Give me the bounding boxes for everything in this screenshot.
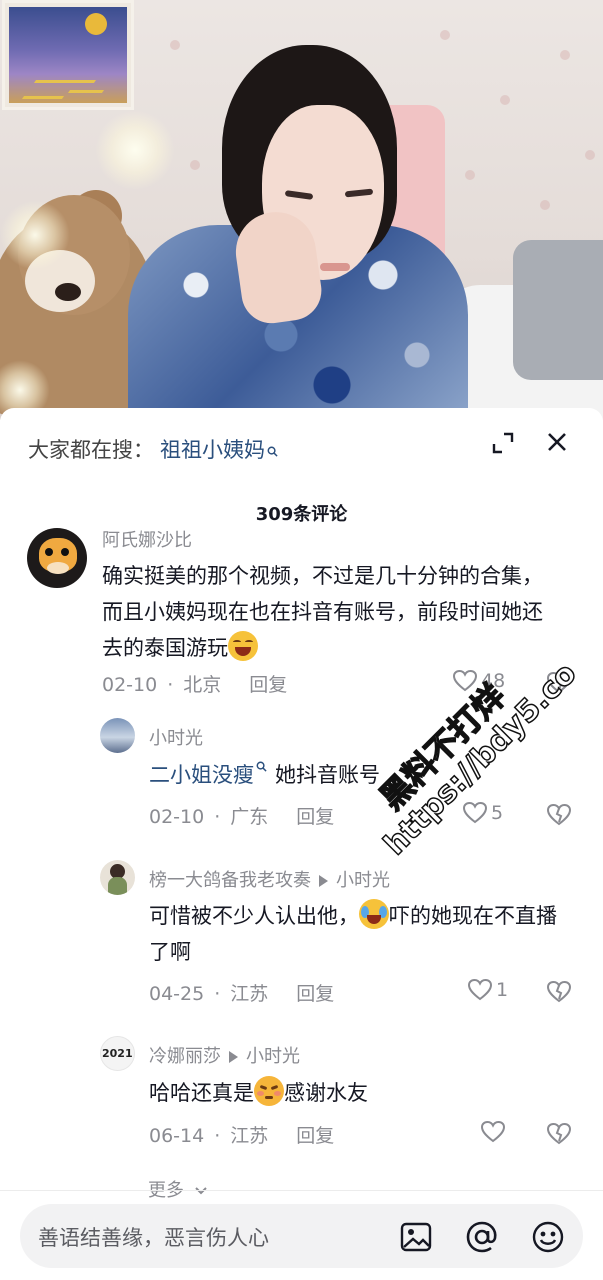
reply-author[interactable]: 榜一大鸽备我老攻奏	[149, 870, 311, 891]
comment-text: 可惜被不少人认出他， 吓的她现在不直播了啊	[149, 898, 569, 970]
embarrassed-emoji-icon	[254, 1076, 284, 1106]
comment-meta: 06-14 · 江苏 回复	[149, 1125, 335, 1147]
comment-meta: 02-10 · 广东 回复	[149, 806, 335, 828]
reply-button[interactable]: 回复	[296, 806, 334, 828]
like-button[interactable]: 1	[467, 978, 508, 1002]
crying-laughing-emoji-icon	[359, 899, 389, 929]
avatar[interactable]: 2021	[100, 1036, 135, 1071]
comment-text-part: 可惜被不少人认出他，	[149, 904, 359, 928]
comment-text: 确实挺美的那个视频，不过是几十分钟的合集，而且小姨妈现在也在抖音有账号，前段时间…	[102, 558, 557, 666]
reply-button[interactable]: 回复	[249, 674, 287, 696]
like-button[interactable]: 5	[462, 801, 503, 825]
comment-text: 哈哈还真是 感谢水友	[149, 1075, 569, 1111]
comment-location: 江苏	[230, 1125, 269, 1147]
dislike-icon[interactable]	[546, 802, 572, 828]
reply-target[interactable]: 小时光	[246, 1046, 300, 1067]
comment-username[interactable]: 阿氏娜沙比	[102, 526, 192, 552]
video-player[interactable]	[0, 0, 603, 420]
avatar[interactable]	[100, 860, 135, 895]
comment-date: 06-14	[149, 1125, 205, 1147]
comment-location: 江苏	[230, 983, 269, 1005]
search-icon	[256, 761, 267, 772]
reply-button[interactable]: 回复	[296, 983, 334, 1005]
like-count: 48	[481, 670, 506, 692]
trending-search-label: 大家都在搜：	[28, 438, 154, 462]
expand-icon[interactable]	[490, 430, 516, 456]
comment-search-link[interactable]: 二小姐没瘦	[149, 763, 254, 787]
comment-text-part: 感谢水友	[284, 1081, 368, 1105]
heart-icon	[467, 978, 493, 1001]
heart-icon	[480, 1120, 506, 1143]
comment-sheet: 大家都在搜： 祖祖小姨妈 309条评论 阿氏娜沙比 确实挺美的那个视频，不过是几…	[0, 408, 603, 1280]
comment-text: 二小姐没瘦 她抖音账号	[149, 757, 559, 793]
dislike-icon[interactable]	[546, 670, 572, 696]
comment-text-body: 确实挺美的那个视频，不过是几十分钟的合集，而且小姨妈现在也在抖音有账号，前段时间…	[102, 564, 543, 660]
chevron-down-icon	[195, 1187, 207, 1195]
reply-arrow-icon	[319, 875, 328, 887]
comment-text-body: 她抖音账号	[275, 763, 380, 787]
trending-search[interactable]: 大家都在搜： 祖祖小姨妈	[28, 434, 278, 464]
comment-input[interactable]: 善语结善缘，恶言伤人心	[20, 1204, 583, 1268]
close-icon[interactable]	[543, 428, 571, 456]
comment-location: 北京	[183, 674, 222, 696]
reply-arrow-icon	[229, 1051, 238, 1063]
comment-username[interactable]: 小时光	[149, 724, 203, 750]
comment-text-part: 哈哈还真是	[149, 1081, 254, 1105]
more-replies-button[interactable]: 更多	[148, 1176, 208, 1202]
reply-author[interactable]: 冷娜丽莎	[149, 1046, 221, 1067]
like-count: 5	[491, 802, 504, 824]
avatar[interactable]	[100, 718, 135, 753]
like-button[interactable]: 48	[452, 669, 505, 693]
heart-icon	[462, 801, 488, 824]
heart-icon	[452, 669, 478, 692]
avatar-text: 2021	[102, 1047, 133, 1060]
image-icon[interactable]	[399, 1220, 433, 1254]
comment-date: 02-10	[102, 674, 158, 696]
comment-input-placeholder: 善语结善缘，恶言伤人心	[38, 1226, 269, 1250]
divider	[0, 1190, 603, 1191]
mention-icon[interactable]	[465, 1220, 499, 1254]
reply-button[interactable]: 回复	[296, 1125, 334, 1147]
comment-username: 榜一大鸽备我老攻奏 小时光	[149, 866, 390, 892]
sofa-arm	[513, 240, 603, 380]
comment-location: 广东	[230, 806, 269, 828]
laughing-emoji-icon	[228, 631, 258, 661]
comment-date: 04-25	[149, 983, 205, 1005]
dislike-icon[interactable]	[546, 979, 572, 1005]
comment-count: 309条评论	[255, 504, 348, 525]
avatar[interactable]	[27, 528, 87, 588]
comment-date: 02-10	[149, 806, 205, 828]
reply-target[interactable]: 小时光	[336, 870, 390, 891]
emoji-icon[interactable]	[531, 1220, 565, 1254]
search-icon	[267, 446, 278, 457]
dislike-icon[interactable]	[546, 1121, 572, 1147]
like-count: 1	[496, 979, 509, 1001]
like-button[interactable]	[480, 1120, 509, 1144]
comment-username: 冷娜丽莎 小时光	[149, 1042, 300, 1068]
trending-search-term[interactable]: 祖祖小姨妈	[160, 434, 265, 464]
comment-meta: 04-25 · 江苏 回复	[149, 983, 335, 1005]
comment-meta: 02-10 · 北京 回复	[102, 674, 288, 696]
wall-painting	[2, 0, 134, 110]
